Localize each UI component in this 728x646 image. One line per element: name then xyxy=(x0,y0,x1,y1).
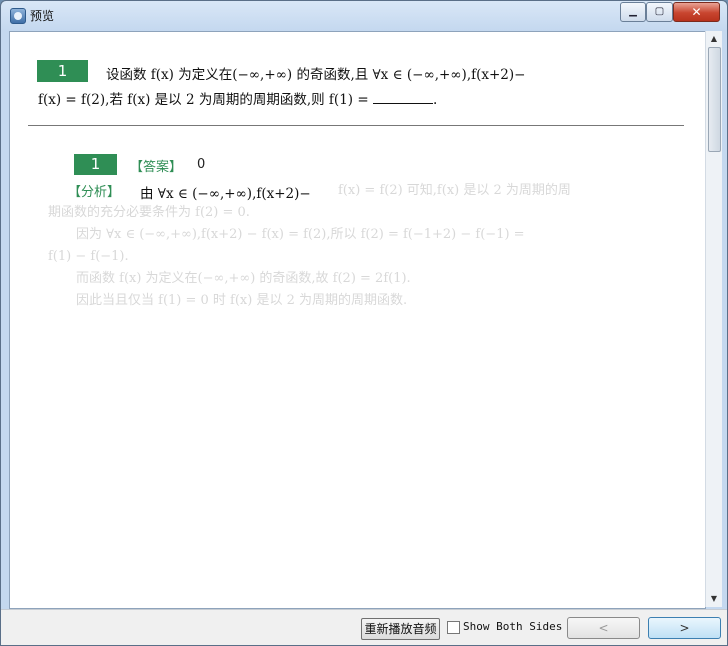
app-icon xyxy=(10,8,26,24)
analysis-text: 由 ∀x ∈ (−∞,+∞),f(x+2)− xyxy=(140,186,311,202)
question-line-2-end: . xyxy=(432,92,438,108)
answer-blank xyxy=(372,91,433,104)
answer-number-badge: 1 xyxy=(74,154,117,175)
faded-line-3: 因为 ∀x ∈ (−∞,+∞),f(x+2) − f(x) = f(2),所以 … xyxy=(76,227,525,242)
answer-label: 【答案】 xyxy=(130,160,183,175)
window-title: 预览 xyxy=(30,9,55,23)
close-button[interactable]: ✕ xyxy=(673,2,720,22)
previous-button[interactable]: < xyxy=(567,617,640,639)
answer-value: 0 xyxy=(197,157,206,172)
faded-line-6: 因此当且仅当 f(1) = 0 时 f(x) 是以 2 为周期的周期函数. xyxy=(76,293,408,308)
scroll-thumb[interactable] xyxy=(708,47,721,152)
show-both-sides-checkbox[interactable] xyxy=(447,621,460,634)
question-line-2-start: f(x) = f(2),若 f(x) 是以 2 为周期的周期函数,则 f(1) … xyxy=(38,92,373,108)
vertical-scrollbar[interactable]: ▲ ▼ xyxy=(705,31,722,607)
faded-line-5: 而函数 f(x) 为定义在(−∞,+∞) 的奇函数,故 f(2) = 2f(1)… xyxy=(76,271,411,286)
preview-window: 预览 ▁ ▢ ✕ 1 设函数 f(x) 为定义在(−∞,+∞) 的奇函数,且 ∀… xyxy=(0,0,728,646)
title-bar: 预览 ▁ ▢ ✕ xyxy=(1,1,727,31)
question-line-2: f(x) = f(2),若 f(x) 是以 2 为周期的周期函数,则 f(1) … xyxy=(38,92,437,108)
faded-line-1: f(x) = f(2) 可知,f(x) 是以 2 为周期的周 xyxy=(338,183,571,198)
faded-analysis-text: f(x) = f(2) 可知,f(x) 是以 2 为周期的周 期函数的充分必要条… xyxy=(48,180,648,312)
scroll-up-arrow-icon[interactable]: ▲ xyxy=(706,31,722,47)
replay-audio-button[interactable]: 重新播放音频 xyxy=(361,618,440,640)
question-line-1: 设函数 f(x) 为定义在(−∞,+∞) 的奇函数,且 ∀x ∈ (−∞,+∞)… xyxy=(106,67,526,83)
question-answer-divider xyxy=(28,125,684,126)
minimize-button[interactable]: ▁ xyxy=(620,2,646,22)
faded-line-4: f(1) − f(−1). xyxy=(48,249,129,264)
card-content-area: 1 设函数 f(x) 为定义在(−∞,+∞) 的奇函数,且 ∀x ∈ (−∞,+… xyxy=(9,31,706,609)
question-text: 设函数 f(x) 为定义在(−∞,+∞) 的奇函数,且 ∀x ∈ (−∞,+∞)… xyxy=(38,63,678,113)
bottom-toolbar: 重新播放音频 Show Both Sides < > xyxy=(1,609,727,645)
maximize-button[interactable]: ▢ xyxy=(646,2,673,22)
next-button[interactable]: > xyxy=(648,617,721,639)
faded-line-2: 期函数的充分必要条件为 f(2) = 0. xyxy=(48,205,250,220)
analysis-label: 【分析】 xyxy=(68,185,121,200)
show-both-sides-label[interactable]: Show Both Sides xyxy=(463,620,562,633)
scroll-down-arrow-icon[interactable]: ▼ xyxy=(706,591,722,607)
